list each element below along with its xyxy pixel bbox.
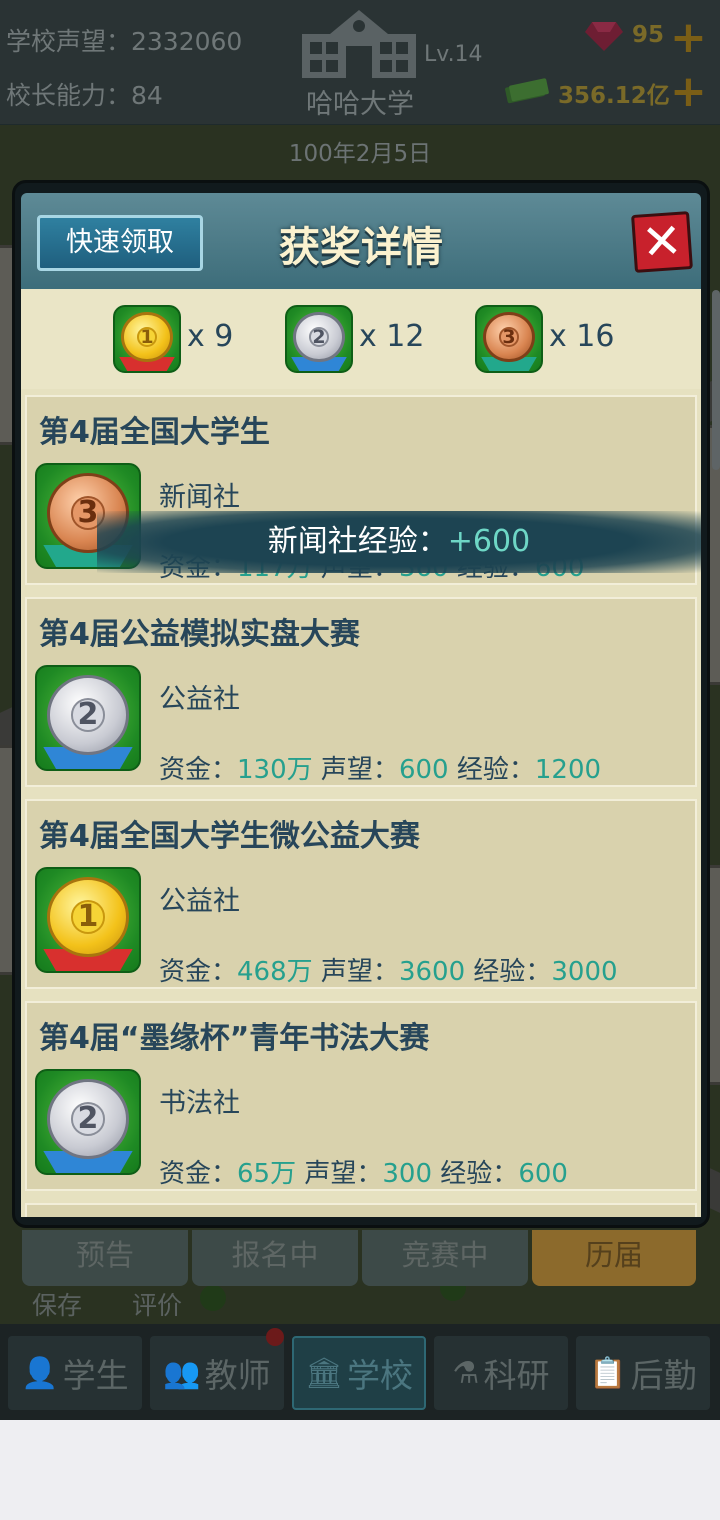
teacher-icon: 👥 xyxy=(163,1355,201,1391)
school-reputation: 学校声望：2332060 xyxy=(6,27,243,56)
save-link[interactable]: 保存 xyxy=(32,1286,82,1322)
award-card[interactable]: 第4届学生青年管理培养 xyxy=(25,1203,697,1217)
silver-medal-icon: 2 xyxy=(35,1069,141,1175)
school-icon: 🏛 xyxy=(304,1355,344,1391)
school-level: Lv.14 xyxy=(424,42,483,67)
top-status-bar: 学校声望：2332060 校长能力：84 Lv.14 哈哈大学 95 + 356… xyxy=(0,0,720,124)
reputation-value: 3600 xyxy=(398,957,466,987)
add-gems-button[interactable]: + xyxy=(670,16,707,60)
club-name: 公益社 xyxy=(159,684,240,715)
modal-header: 快速领取 获奖详情 ✕ xyxy=(21,193,701,289)
reputation-label: 声望： xyxy=(304,1159,383,1189)
medal-summary: 1x 9 2x 12 3 x 16 xyxy=(21,289,701,389)
club-name: 书法社 xyxy=(159,1088,240,1119)
reputation-value: 600 xyxy=(398,755,449,785)
competition-title: 第4届学生青年管理培养 xyxy=(39,1215,360,1217)
reputation-label: 声望： xyxy=(320,957,399,987)
nav-label: 学校 xyxy=(347,1356,414,1395)
gem-count: 95 xyxy=(632,22,665,48)
nav-teacher[interactable]: 👥 教师 xyxy=(150,1336,284,1410)
principal-ability: 校长能力：84 xyxy=(6,81,163,110)
medal-count: x 16 xyxy=(549,319,615,354)
club-name: 新闻社 xyxy=(159,482,240,513)
exp-toast: 新闻社经验：+600 xyxy=(97,511,701,573)
award-card[interactable]: 第4届全国大学生微公益大赛公益社资金：468万 声望：3600 经验：3000 1 xyxy=(25,799,697,989)
nav-school[interactable]: 🏛 学校 xyxy=(292,1336,426,1410)
modal-body: 1x 92x 123x 16 第4届全国大学生新闻社资金：117万 声望：360… xyxy=(21,289,701,1217)
nav-label: 学生 xyxy=(62,1356,129,1395)
funds-value: 65万 xyxy=(237,1159,297,1189)
reputation-label: 声望： xyxy=(320,755,399,785)
funds-label: 资金： xyxy=(159,957,238,987)
funds-label: 资金： xyxy=(159,1159,238,1189)
reward-stats: 资金：468万 声望：3600 经验：3000 xyxy=(159,951,618,988)
reward-stats: 资金：130万 声望：600 经验：1200 xyxy=(159,749,601,786)
modal-title: 获奖详情 xyxy=(279,223,443,271)
close-button[interactable]: ✕ xyxy=(631,211,693,273)
scrollbar[interactable] xyxy=(712,290,720,470)
exp-value: 600 xyxy=(518,1159,568,1189)
exp-label: 经验： xyxy=(440,1159,519,1189)
medal-count: x 12 xyxy=(359,319,425,354)
funds-value: 468万 xyxy=(237,957,313,987)
reward-stats: 资金：65万 声望：300 经验：600 xyxy=(159,1153,568,1190)
reputation-value: 300 xyxy=(382,1159,433,1189)
competition-title: 第4届全国大学生微公益大赛 xyxy=(39,819,420,854)
nav-logistics[interactable]: 📋 后勤 xyxy=(576,1336,710,1410)
competition-title: 第4届全国大学生 xyxy=(39,415,270,450)
game-date: 100年2月5日 xyxy=(288,141,432,167)
gold-medal-icon: 1 xyxy=(113,305,181,373)
exp-label: 经验： xyxy=(473,957,552,987)
review-link[interactable]: 评价 xyxy=(132,1286,182,1322)
silver-medal-icon: 2 xyxy=(285,305,353,373)
award-details-modal: 快速领取 获奖详情 ✕ 1x 92x 123x 16 第4届全国大学生新闻社资金… xyxy=(12,180,710,1228)
nav-label: 教师 xyxy=(204,1356,271,1395)
nav-research[interactable]: ⚗ 科研 xyxy=(434,1336,568,1410)
tab-competing[interactable]: 竞赛中 xyxy=(362,1230,528,1286)
add-money-button[interactable]: + xyxy=(670,70,707,114)
exp-value: 1200 xyxy=(534,755,602,785)
tab-registering[interactable]: 报名中 xyxy=(192,1230,358,1286)
school-building-icon[interactable] xyxy=(300,6,418,80)
medal-count: x 9 xyxy=(187,319,234,354)
money-amount: 356.12亿 xyxy=(558,83,670,109)
funds-label: 资金： xyxy=(159,755,238,785)
nav-student[interactable]: 👤 学生 xyxy=(8,1336,142,1410)
gem-icon xyxy=(585,22,623,51)
money-icon xyxy=(505,78,549,104)
notification-dot xyxy=(266,1328,284,1346)
tab-preview[interactable]: 预告 xyxy=(22,1230,188,1286)
toast-value: +600 xyxy=(447,524,531,559)
nav-label: 后勤 xyxy=(630,1356,697,1395)
nav-label: 科研 xyxy=(483,1356,550,1395)
competition-title: 第4届“墨缘杯”青年书法大赛 xyxy=(39,1021,430,1056)
bottom-navigation: 👤 学生 👥 教师 🏛 学校 ⚗ 科研 📋 后勤 xyxy=(0,1324,720,1420)
toast-label: 新闻社经验： xyxy=(267,524,448,559)
competition-title: 第4届公益模拟实盘大赛 xyxy=(39,617,360,652)
student-icon: 👤 xyxy=(21,1355,59,1391)
silver-medal-icon: 2 xyxy=(35,665,141,771)
close-icon: ✕ xyxy=(639,212,685,272)
clipboard-icon: 📋 xyxy=(589,1355,627,1391)
exp-label: 经验： xyxy=(456,755,535,785)
exp-value: 3000 xyxy=(551,957,618,987)
school-name: 哈哈大学 xyxy=(306,89,414,120)
tab-history[interactable]: 历届 xyxy=(532,1230,696,1286)
funds-value: 130万 xyxy=(237,755,313,785)
award-card[interactable]: 第4届公益模拟实盘大赛公益社资金：130万 声望：600 经验：1200 2 xyxy=(25,597,697,787)
award-card[interactable]: 第4届“墨缘杯”青年书法大赛书法社资金：65万 声望：300 经验：600 2 xyxy=(25,1001,697,1191)
club-name: 公益社 xyxy=(159,886,240,917)
bronze-medal-icon: 3 xyxy=(475,305,543,373)
gold-medal-icon: 1 xyxy=(35,867,141,973)
flask-icon: ⚗ xyxy=(452,1355,480,1391)
